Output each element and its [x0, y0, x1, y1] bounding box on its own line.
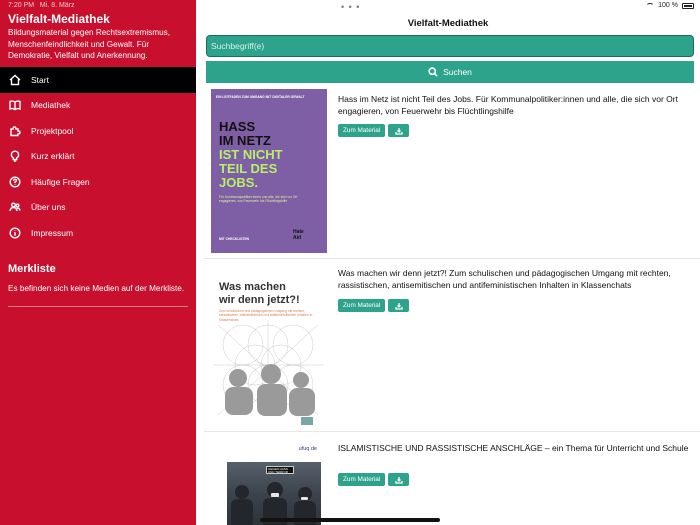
to-material-button[interactable]: Zum Material: [338, 299, 386, 312]
sidebar-item-label: Häufige Fragen: [31, 176, 90, 187]
puzzle-icon: [9, 125, 21, 137]
list-item[interactable]: ufuq.de GEGEN HASS UND TERROR ISLAMISTIS…: [204, 438, 700, 525]
download-button[interactable]: [388, 473, 410, 486]
sidebar-item-label: Über uns: [31, 202, 66, 213]
app-subtitle: Bildungsmaterial gegen Rechtsextremismus…: [8, 28, 171, 60]
home-indicator[interactable]: [260, 518, 440, 522]
cover-image[interactable]: ufuq.de GEGEN HASS UND TERROR: [213, 438, 321, 525]
item-actions: Zum Material: [338, 299, 410, 312]
publisher-logo: ufuq.de: [298, 446, 317, 452]
cover-subtitle: Für Kommunalpolitiker:innen und alle, di…: [219, 195, 298, 204]
download-icon: [395, 127, 403, 135]
multitasking-dots[interactable]: • • •: [341, 2, 360, 12]
cover-image[interactable]: EIN LEITFADEN ZUM UMGANG MIT DIGITALER G…: [211, 89, 327, 253]
sidebar-item-haeufige-fragen[interactable]: Häufige Fragen: [0, 169, 196, 195]
download-icon: [395, 476, 403, 484]
cover-photo: GEGEN HASS UND TERROR: [227, 462, 321, 525]
item-actions: Zum Material: [338, 124, 410, 137]
download-button[interactable]: [388, 299, 410, 312]
sidebar-item-start[interactable]: Start: [0, 67, 196, 93]
sidebar-item-label: Start: [31, 74, 49, 85]
item-description: Was machen wir denn jetzt?! Zum schulisc…: [338, 268, 671, 290]
battery-icon: [682, 2, 694, 9]
sidebar-item-kurz-erklaert[interactable]: Kurz erklärt: [0, 144, 196, 170]
item-description: ISLAMISTISCHE UND RASSISTISCHE ANSCHLÄGE…: [338, 443, 689, 453]
lightbulb-icon: [9, 150, 21, 162]
sidebar-item-impressum[interactable]: Impressum: [0, 220, 196, 246]
cover-footer: MIT CHECKLISTEN: [219, 237, 250, 241]
sidebar-item-label: Mediathek: [31, 100, 71, 111]
cover-illustration: [213, 320, 324, 426]
search-icon: [428, 67, 438, 77]
cover-tagline: EIN LEITFADEN ZUM UMGANG MIT DIGITALER G…: [216, 95, 305, 99]
sidebar-nav: Start Mediathek Projektpool Kurz erklärt…: [0, 67, 196, 246]
sidebar-item-label: Impressum: [31, 227, 74, 238]
to-material-button[interactable]: Zum Material: [338, 124, 386, 137]
sidebar-item-label: Projektpool: [31, 125, 74, 136]
info-icon: [9, 227, 21, 239]
search-button[interactable]: Suchen: [206, 61, 694, 83]
sidebar: Vielfalt-Mediathek Bildungsmaterial gege…: [0, 0, 196, 525]
merkliste-divider: [8, 306, 188, 307]
cover-title: HASS IM NETZ: [219, 119, 271, 148]
sidebar-item-ueber-uns[interactable]: Über uns: [0, 195, 196, 221]
item-actions: Zum Material: [338, 473, 410, 486]
battery-label: 100 %: [658, 2, 678, 9]
merkliste-empty-text: Es befinden sich keine Medien auf der Me…: [8, 284, 185, 293]
app-title: Vielfalt-Mediathek: [8, 12, 110, 26]
main-content: • • • Vielfalt-Mediathek Suchbegriff(e) …: [196, 0, 700, 525]
sidebar-item-mediathek[interactable]: Mediathek: [0, 93, 196, 119]
sidebar-item-label: Kurz erklärt: [31, 151, 75, 162]
question-icon: [9, 176, 21, 188]
download-icon: [395, 302, 403, 310]
crowd-illustration: [231, 482, 316, 525]
to-material-button[interactable]: Zum Material: [338, 473, 386, 486]
cover-image[interactable]: Was machen wir denn jetzt?! Zum schulisc…: [213, 264, 324, 426]
list-item[interactable]: EIN LEITFADEN ZUM UMGANG MIT DIGITALER G…: [204, 89, 700, 259]
merkliste-title: Merkliste: [8, 263, 56, 275]
home-icon: [9, 74, 21, 86]
book-icon: [9, 99, 21, 111]
status-indicators: 100 %: [646, 2, 694, 9]
cover-title-accent: IST NICHT TEIL DES JOBS.: [219, 147, 283, 190]
download-button[interactable]: [388, 124, 410, 137]
wifi-icon: [646, 2, 655, 9]
page-title: Vielfalt-Mediathek: [407, 18, 489, 29]
publisher-logo: Hate Aid: [293, 229, 304, 241]
item-description: Hass im Netz ist nicht Teil des Jobs. Fü…: [338, 94, 678, 116]
search-button-label: Suchen: [443, 67, 472, 77]
status-time: 7:20 PM Mi. 8. März: [8, 2, 75, 9]
list-item[interactable]: Was machen wir denn jetzt?! Zum schulisc…: [204, 264, 700, 432]
people-icon: [9, 201, 21, 213]
cover-title: Was machen wir denn jetzt?!: [219, 281, 300, 306]
sidebar-item-projektpool[interactable]: Projektpool: [0, 118, 196, 144]
search-input[interactable]: Suchbegriff(e): [206, 35, 694, 57]
